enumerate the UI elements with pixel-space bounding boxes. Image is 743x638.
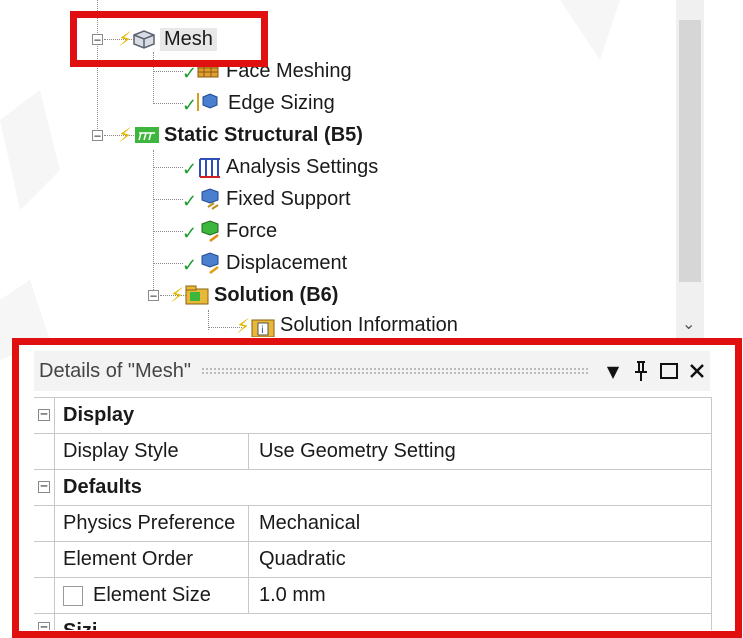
tree-node-label: Static Structural (B5) [164, 123, 363, 146]
details-title: Details of "Mesh" [39, 359, 192, 382]
dropdown-arrow-icon[interactable]: ▼ [600, 358, 626, 384]
property-row[interactable]: Physics Preference Mechanical [34, 506, 712, 542]
property-name: Display Style [54, 434, 249, 469]
property-value[interactable]: Use Geometry Setting [249, 434, 712, 469]
tree-node-label: Edge Sizing [228, 91, 335, 114]
mesh-highlight-box [70, 11, 268, 67]
property-name: Element Order [54, 542, 249, 577]
scroll-down-icon[interactable]: ⌄ [682, 314, 695, 333]
property-name: Physics Preference [54, 506, 249, 541]
tree-node-label: Fixed Support [226, 187, 351, 210]
tree-node-label: Displacement [226, 251, 348, 274]
tree-line [153, 167, 183, 168]
maximize-icon[interactable] [656, 358, 682, 384]
solution-information-icon: ⚡ i [236, 314, 275, 338]
tree-line [153, 103, 183, 104]
collapse-section-icon[interactable]: − [38, 621, 50, 630]
collapse-toggle-solution[interactable]: − [148, 290, 159, 302]
property-name: Element Size [93, 584, 211, 606]
collapse-toggle-static-structural[interactable]: − [92, 130, 103, 142]
tree-node-static-structural[interactable]: ⚡ Static Structural (B5) [118, 121, 363, 149]
section-sizing[interactable]: − Sizi [34, 614, 712, 630]
section-name: Defaults [54, 470, 712, 505]
property-value[interactable]: Mechanical [249, 506, 712, 541]
tree-node-solution-information[interactable]: ⚡ i Solution Information [236, 313, 458, 339]
parameter-checkbox[interactable] [63, 585, 83, 606]
scrollbar-thumb[interactable] [679, 20, 701, 282]
tree-node-analysis-settings[interactable]: ✓ Analysis Settings [182, 153, 379, 181]
details-grid: − Display Display Style Use Geometry Set… [34, 397, 712, 630]
property-value[interactable]: Quadratic [249, 542, 712, 577]
tree-line [153, 263, 183, 264]
tree-node-fixed-support[interactable]: ✓ Fixed Support [182, 185, 351, 213]
tree-node-force[interactable]: ✓ Force [182, 217, 278, 245]
tree-line [153, 71, 183, 72]
tree-node-label: Solution Information [280, 314, 458, 336]
property-name-with-checkbox: Element Size [54, 578, 249, 613]
collapse-section-icon[interactable]: − [38, 408, 50, 421]
tree-node-displacement[interactable]: ✓ Displacement [182, 249, 348, 277]
section-defaults[interactable]: − Defaults [34, 470, 712, 506]
close-icon[interactable] [684, 358, 710, 384]
static-structural-icon: ⚡ [118, 123, 159, 147]
collapse-section-icon[interactable]: − [38, 480, 50, 493]
section-name: Sizi [54, 614, 712, 630]
section-name: Display [54, 398, 712, 433]
details-header: Details of "Mesh" ▼ [34, 351, 710, 391]
force-icon: ✓ [182, 219, 219, 244]
pin-icon[interactable] [628, 358, 654, 384]
outline-tree: − − − ⚡ Mesh ✓ Face Meshing ✓ Edge Sizin… [0, 0, 743, 338]
solution-icon: ⚡ [170, 283, 209, 307]
property-value[interactable]: 1.0 mm [249, 578, 712, 613]
tree-line [153, 199, 183, 200]
tree-line [153, 150, 154, 296]
property-row[interactable]: Element Size 1.0 mm [34, 578, 712, 614]
property-row[interactable]: Display Style Use Geometry Setting [34, 434, 712, 470]
details-panel: Details of "Mesh" ▼ − Display Display St… [12, 338, 742, 638]
displacement-icon: ✓ [182, 251, 219, 276]
tree-node-label: Analysis Settings [226, 155, 379, 178]
tree-node-solution[interactable]: ⚡ Solution (B6) [170, 281, 338, 309]
panel-grip[interactable] [201, 367, 588, 375]
edge-sizing-icon: ✓ [182, 91, 218, 116]
tree-node-edge-sizing[interactable]: ✓ Edge Sizing [182, 89, 335, 117]
section-display[interactable]: − Display [34, 398, 712, 434]
analysis-settings-icon: ✓ [182, 155, 220, 180]
tree-node-label: Force [226, 219, 278, 242]
fixed-support-icon: ✓ [182, 187, 219, 212]
svg-text:i: i [261, 325, 264, 336]
property-row[interactable]: Element Order Quadratic [34, 542, 712, 578]
tree-scrollbar[interactable]: ⌄ [676, 0, 704, 338]
tree-node-label: Solution (B6) [214, 283, 339, 306]
tree-line [153, 231, 183, 232]
